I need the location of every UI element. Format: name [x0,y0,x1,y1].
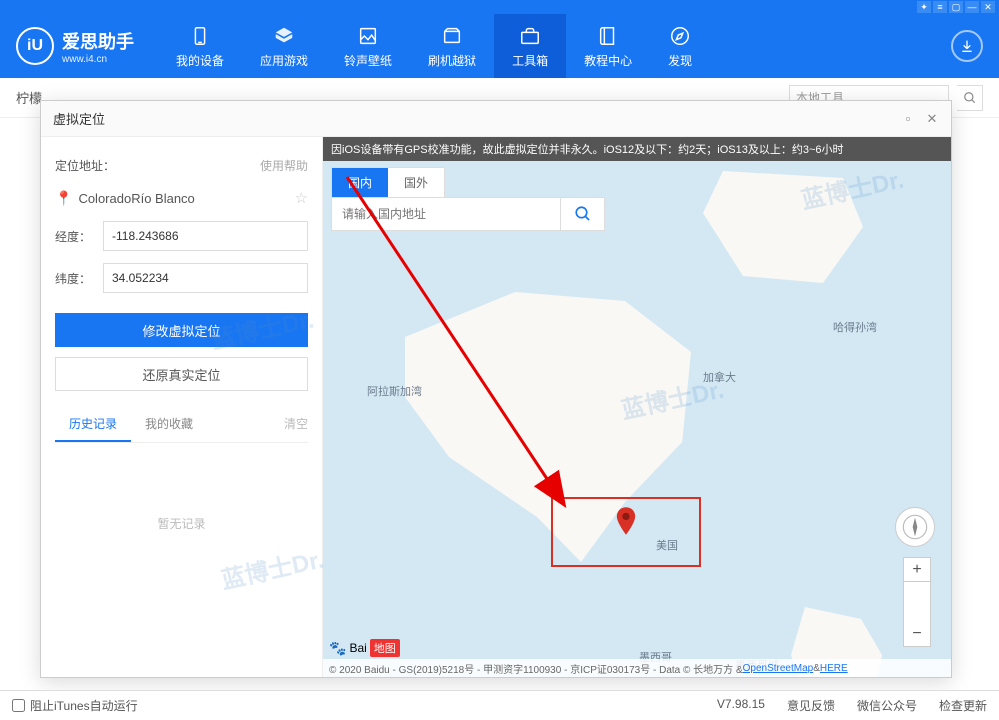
tab-domestic[interactable]: 国内 [332,168,388,197]
nav-discover[interactable]: 发现 [650,14,710,78]
device-icon [188,24,212,48]
label-hudson: 哈得孙湾 [833,319,877,335]
block-itunes-input[interactable] [12,699,25,712]
app-header: iU 爱思助手 www.i4.cn 我的设备 应用游戏 铃声壁纸 刷机越狱 工具… [0,14,999,78]
map-search-button[interactable] [561,197,605,231]
nav-ringtones[interactable]: 铃声壁纸 [326,14,410,78]
book-icon [596,24,620,48]
dialog-title: 虚拟定位 [53,109,105,128]
dialog-close[interactable]: ✕ [925,112,939,126]
dialog-titlebar: 虚拟定位 ▫ ✕ [41,101,951,137]
label-alaska: 阿拉斯加湾 [367,383,422,399]
clear-history[interactable]: 清空 [284,407,308,442]
map-search-input[interactable] [331,197,561,231]
map-search [331,197,605,231]
favorite-star-icon[interactable]: ☆ [295,189,308,207]
titlebar-close[interactable]: ✕ [981,1,995,13]
tab-international[interactable]: 国外 [388,168,444,197]
flash-icon [440,24,464,48]
osm-link[interactable]: OpenStreetMap [743,663,814,674]
longitude-label: 经度： [55,228,93,245]
here-link[interactable]: HERE [820,663,848,674]
location-name: ColoradoRío Blanco [78,191,288,206]
latitude-input[interactable] [103,263,308,293]
titlebar-maximize[interactable]: — [965,1,979,13]
map-pin-icon [615,507,637,535]
virtual-location-dialog: 虚拟定位 ▫ ✕ 定位地址： 使用帮助 📍 ColoradoRío Blanco… [40,100,952,678]
modify-location-button[interactable]: 修改虚拟定位 [55,313,308,347]
check-update-link[interactable]: 检查更新 [939,697,987,714]
nav-tutorials[interactable]: 教程中心 [566,14,650,78]
history-empty-text: 暂无记录 [55,515,308,532]
compass-control[interactable] [895,507,935,547]
version-text: V7.98.15 [717,697,765,714]
baidu-logo: 🐾 Bai 地图 [329,639,400,657]
zoom-slider[interactable] [904,582,930,622]
location-panel: 定位地址： 使用帮助 📍 ColoradoRío Blanco ☆ 经度： 纬度… [41,137,323,677]
search-icon[interactable] [957,85,983,111]
toolbox-icon [518,24,542,48]
window-titlebar: ✦ ≡ ▢ — ✕ [0,0,999,14]
apps-icon [272,24,296,48]
app-url: www.i4.cn [62,54,134,65]
titlebar-minimize[interactable]: ▢ [949,1,963,13]
map-area[interactable]: 加拿大 美国 墨西哥 墨西哥城 阿拉斯加湾 哈得孙湾 古巴 海地 多明尼加 波多… [323,137,951,677]
logo-icon: iU [16,27,54,65]
map-region-tabs: 国内 国外 [331,167,445,198]
nav-apps-games[interactable]: 应用游戏 [242,14,326,78]
nav-my-device[interactable]: 我的设备 [158,14,242,78]
label-canada: 加拿大 [703,369,736,385]
titlebar-btn-1[interactable]: ✦ [917,1,931,13]
breadcrumb: 柠檬 [16,88,42,107]
restore-location-button[interactable]: 还原真实定位 [55,357,308,391]
address-label: 定位地址： [55,157,115,174]
zoom-control: + − [903,557,931,647]
zoom-out-button[interactable]: − [904,622,930,646]
zoom-in-button[interactable]: + [904,558,930,582]
nav-toolbox[interactable]: 工具箱 [494,14,566,78]
block-itunes-checkbox[interactable]: 阻止iTunes自动运行 [12,697,138,714]
compass-icon [668,24,692,48]
gps-notice: 因iOS设备带有GPS校准功能，故此虚拟定位并非永久。iOS12及以下：约2天；… [323,137,951,161]
download-button[interactable] [951,30,983,62]
latitude-label: 纬度： [55,270,93,287]
nav-flash[interactable]: 刷机越狱 [410,14,494,78]
wallpaper-icon [356,24,380,48]
map-attribution: © 2020 Baidu - GS(2019)5218号 - 甲测资字11009… [323,659,951,677]
titlebar-btn-2[interactable]: ≡ [933,1,947,13]
help-link[interactable]: 使用帮助 [260,157,308,174]
longitude-input[interactable] [103,221,308,251]
app-title: 爱思助手 [62,28,134,54]
history-tabs: 历史记录 我的收藏 清空 [55,407,308,443]
wechat-link[interactable]: 微信公众号 [857,697,917,714]
status-bar: 阻止iTunes自动运行 V7.98.15 意见反馈 微信公众号 检查更新 [0,690,999,720]
tab-favorites[interactable]: 我的收藏 [131,407,207,442]
tab-history[interactable]: 历史记录 [55,407,131,442]
dialog-maximize[interactable]: ▫ [901,112,915,126]
main-nav: 我的设备 应用游戏 铃声壁纸 刷机越狱 工具箱 教程中心 发现 [158,14,951,78]
feedback-link[interactable]: 意见反馈 [787,697,835,714]
location-pin-icon: 📍 [55,190,72,207]
logo-area: iU 爱思助手 www.i4.cn [16,27,134,65]
